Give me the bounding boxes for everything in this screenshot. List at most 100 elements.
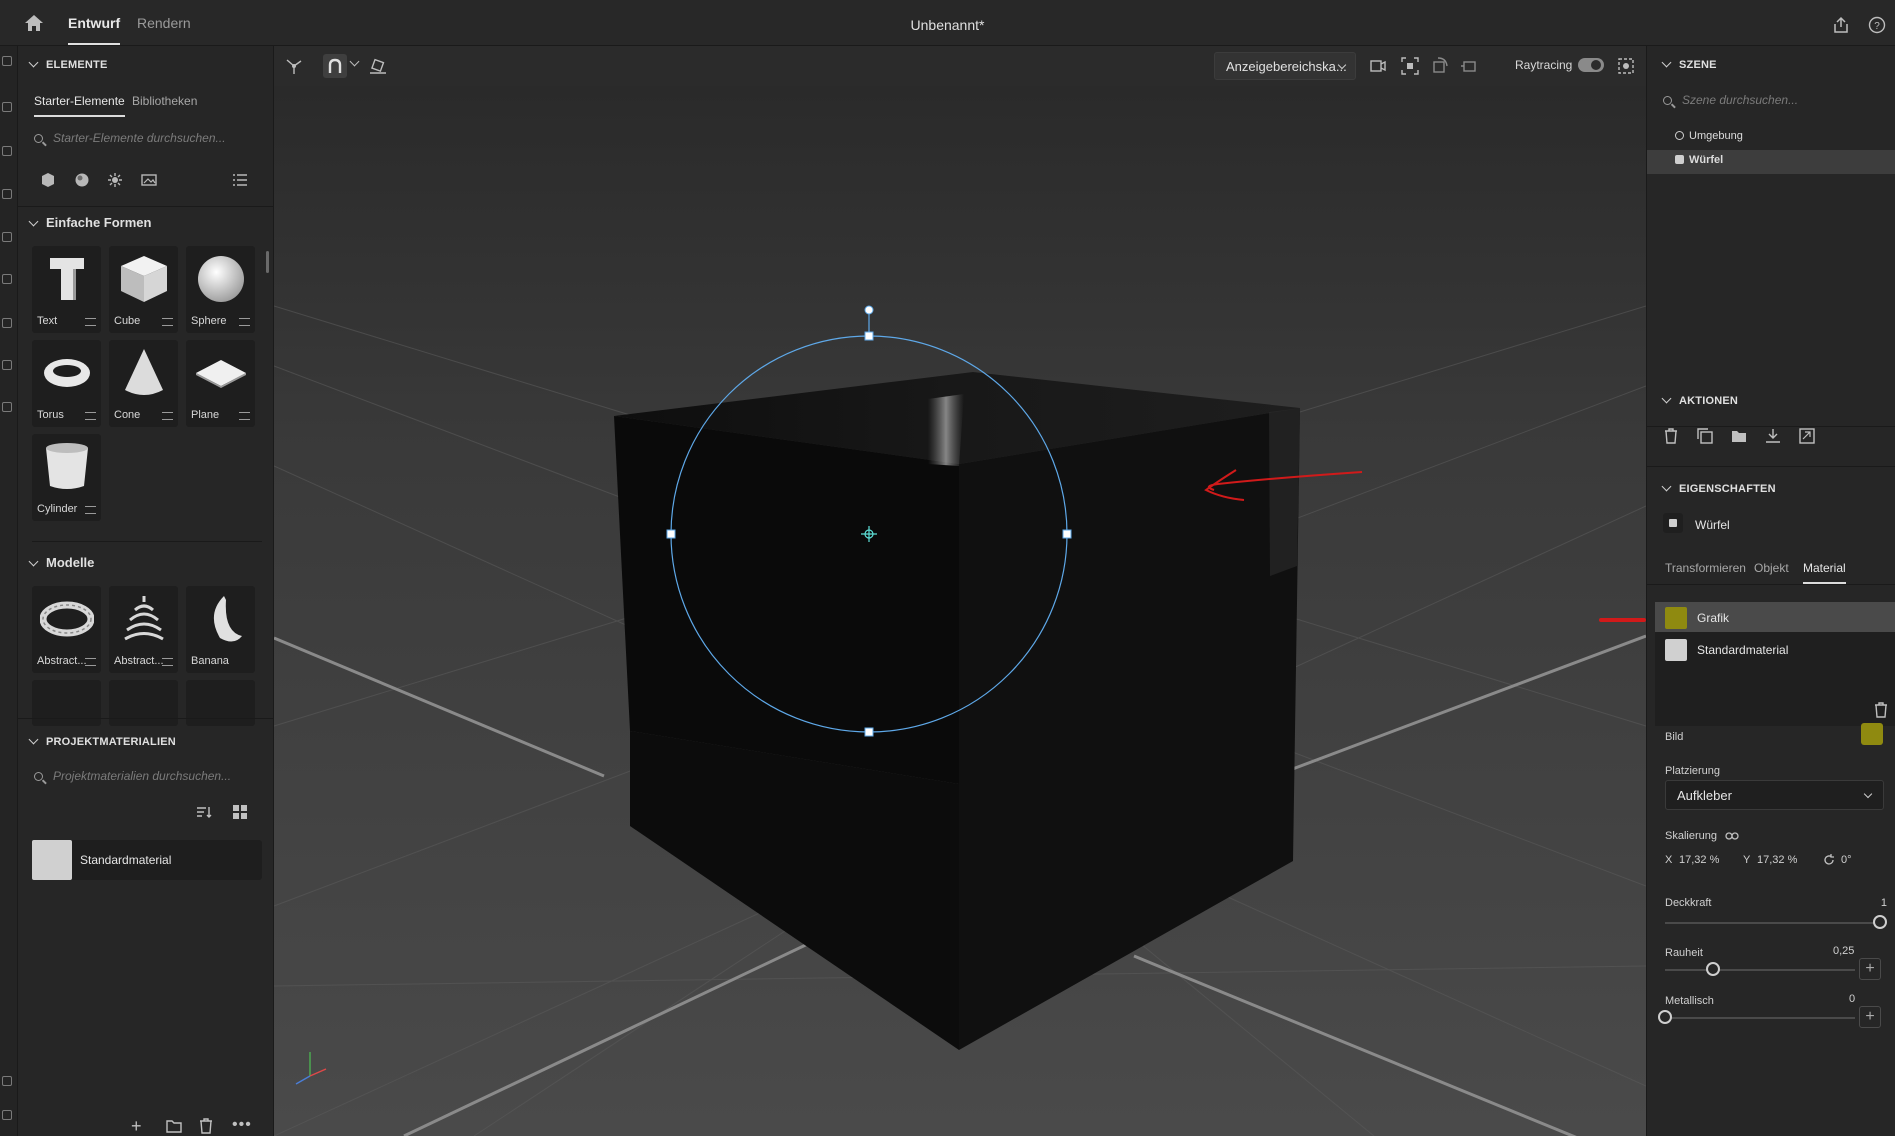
tab-material[interactable]: Material: [1803, 561, 1846, 584]
asset-tile-model-5[interactable]: [109, 680, 178, 726]
scene-canvas[interactable]: [274, 86, 1646, 1136]
scale-tool-icon[interactable]: [2, 189, 12, 199]
asset-tile-plane[interactable]: Plane: [186, 340, 255, 427]
link-icon[interactable]: [1725, 831, 1739, 841]
lights-filter-icon[interactable]: [107, 172, 123, 188]
asset-tile-model-4[interactable]: [32, 680, 101, 726]
tab-objekt[interactable]: Objekt: [1754, 561, 1789, 575]
elements-scrollbar[interactable]: [266, 251, 269, 273]
asset-tile-banana[interactable]: Banana: [186, 586, 255, 673]
scene-item-wuerfel[interactable]: Würfel: [1675, 154, 1723, 166]
resize-handle-left[interactable]: [666, 529, 676, 539]
tab-transformieren[interactable]: Transformieren: [1665, 561, 1746, 575]
metallic-add-texture-button[interactable]: +: [1859, 1006, 1881, 1028]
project-material-item[interactable]: Standardmaterial: [32, 840, 262, 880]
pan-view-icon[interactable]: [1458, 54, 1482, 78]
roughness-add-texture-button[interactable]: +: [1859, 958, 1881, 980]
asset-tile-abstract-2[interactable]: Abstract...: [109, 586, 178, 673]
select-tool-icon[interactable]: [2, 56, 12, 66]
measure-tool-icon[interactable]: [2, 318, 12, 328]
adjust-icon[interactable]: [85, 658, 96, 666]
object-name[interactable]: Würfel: [1695, 518, 1730, 532]
opacity-slider-thumb[interactable]: [1873, 915, 1887, 929]
camera-tool-icon[interactable]: [2, 360, 12, 370]
roughness-slider-thumb[interactable]: [1705, 962, 1720, 976]
group-einfache-formen[interactable]: Einfache Formen: [28, 215, 151, 230]
project-materials-search-input[interactable]: Projektmaterialien durchsuchen...: [34, 769, 254, 791]
rotate-tool-icon[interactable]: [2, 146, 12, 156]
magic-tool-icon[interactable]: [2, 274, 12, 284]
camera-view-icon[interactable]: [1366, 54, 1390, 78]
resize-handle-bottom[interactable]: [864, 727, 874, 737]
delete-icon[interactable]: [1663, 428, 1679, 444]
adjust-icon[interactable]: [85, 506, 96, 514]
paint-tool-icon[interactable]: [2, 232, 12, 242]
rotate-handle[interactable]: [864, 305, 874, 315]
drop-to-ground-icon[interactable]: [1765, 428, 1781, 444]
adjust-icon[interactable]: [239, 318, 250, 326]
snap-button[interactable]: [323, 54, 347, 78]
tab-starter-elemente[interactable]: Starter-Elemente: [34, 94, 125, 117]
adjust-icon[interactable]: [162, 658, 173, 666]
scale-y-input[interactable]: 17,32 %: [1757, 854, 1797, 866]
render-settings-icon[interactable]: [1614, 54, 1638, 78]
display-mode-select[interactable]: Anzeigebereichska...: [1214, 52, 1356, 80]
properties-header[interactable]: EIGENSCHAFTEN: [1661, 481, 1776, 495]
asset-tile-sphere[interactable]: Sphere: [186, 246, 255, 333]
zoom-tool-icon[interactable]: [2, 402, 12, 412]
resize-handle-right[interactable]: [1062, 529, 1072, 539]
scene-search-input[interactable]: Szene durchsuchen...: [1663, 93, 1883, 115]
raytracing-toggle[interactable]: [1578, 58, 1604, 72]
sort-icon[interactable]: [196, 805, 212, 819]
adjust-icon[interactable]: [162, 318, 173, 326]
scene-item-umgebung[interactable]: Umgebung: [1675, 130, 1743, 142]
export-icon[interactable]: [1799, 428, 1815, 444]
placement-select[interactable]: Aufkleber: [1665, 780, 1884, 810]
add-icon[interactable]: +: [131, 1116, 142, 1136]
ground-object-icon[interactable]: [366, 54, 390, 78]
3d-viewport[interactable]: Anzeigebereichska... Raytracing: [274, 46, 1646, 1136]
move-tool-icon[interactable]: [2, 102, 12, 112]
material-layer-standardmaterial[interactable]: Standardmaterial: [1655, 634, 1895, 664]
tab-bibliotheken[interactable]: Bibliotheken: [132, 94, 197, 108]
asset-tile-model-6[interactable]: [186, 680, 255, 726]
share-icon[interactable]: [1832, 16, 1850, 34]
3d-models-filter-icon[interactable]: [40, 172, 56, 188]
adjust-icon[interactable]: [85, 318, 96, 326]
panel-toggle-icon[interactable]: [2, 1110, 12, 1120]
duplicate-icon[interactable]: [1697, 428, 1713, 444]
opacity-slider-track[interactable]: [1665, 922, 1880, 924]
snap-dropdown-chevron-icon[interactable]: [349, 56, 360, 67]
roughness-value[interactable]: 0,25: [1833, 945, 1854, 957]
materials-filter-icon[interactable]: [74, 172, 90, 188]
elements-header[interactable]: ELEMENTE: [28, 57, 108, 71]
group-modelle[interactable]: Modelle: [28, 555, 94, 570]
asset-tile-text[interactable]: Text: [32, 246, 101, 333]
layers-icon[interactable]: [2, 1076, 12, 1086]
asset-tile-cone[interactable]: Cone: [109, 340, 178, 427]
resize-handle-top[interactable]: [864, 331, 874, 341]
metallic-slider-track[interactable]: [1665, 1017, 1855, 1019]
actions-header[interactable]: AKTIONEN: [1661, 393, 1738, 407]
images-filter-icon[interactable]: [141, 172, 157, 188]
folder-icon[interactable]: [166, 1119, 182, 1133]
list-view-icon[interactable]: [232, 172, 248, 188]
scene-header[interactable]: SZENE: [1661, 57, 1717, 71]
image-swatch-button[interactable]: [1861, 723, 1883, 745]
scene-graph-icon[interactable]: [282, 54, 306, 78]
rotate-view-icon[interactable]: [1428, 54, 1452, 78]
trash-icon[interactable]: [199, 1118, 213, 1134]
adjust-icon[interactable]: [239, 412, 250, 420]
elements-search-input[interactable]: Starter-Elemente durchsuchen...: [34, 131, 254, 153]
help-icon[interactable]: ?: [1868, 16, 1886, 34]
asset-tile-cube[interactable]: Cube: [109, 246, 178, 333]
rotation-input[interactable]: 0°: [1841, 854, 1852, 866]
asset-tile-abstract-1[interactable]: Abstract...: [32, 586, 101, 673]
adjust-icon[interactable]: [85, 412, 96, 420]
delete-layer-icon[interactable]: [1874, 702, 1888, 718]
group-folder-icon[interactable]: [1731, 428, 1747, 444]
grid-view-icon[interactable]: [232, 804, 248, 820]
roughness-slider-track[interactable]: [1665, 969, 1855, 971]
material-layer-grafik[interactable]: Grafik: [1655, 602, 1895, 632]
metallic-value[interactable]: 0: [1849, 993, 1855, 1005]
